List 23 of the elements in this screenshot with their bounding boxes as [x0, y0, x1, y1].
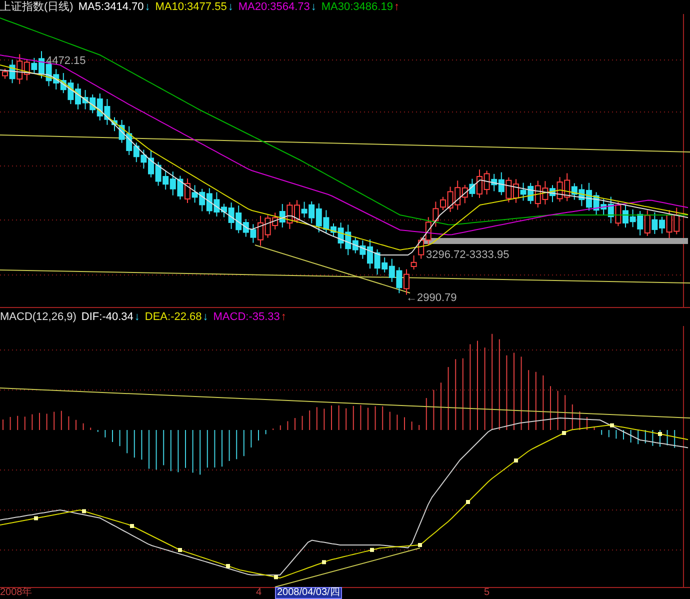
price-label: ←2990.79	[406, 291, 457, 305]
trend-arrow: ↑	[394, 0, 400, 14]
axis-label: 4	[256, 587, 262, 599]
trend-arrow: ↓	[134, 310, 140, 324]
indicator-value: DEA:-22.68	[144, 310, 202, 324]
indicator-value: MA30:3486.19	[321, 0, 393, 14]
price-label: 3296.72-3333.95	[426, 248, 510, 262]
price-label: 4472.15	[46, 54, 86, 68]
indicator-value: MA5:3414.70	[78, 0, 144, 14]
date-cursor-label: 2008/04/03/四	[275, 587, 342, 599]
trend-arrow: ↑	[280, 310, 286, 324]
axis-label: 2008年	[0, 587, 32, 599]
trend-arrow: ↓	[202, 310, 208, 324]
indicator-value: MA10:3477.55	[155, 0, 227, 14]
trend-arrow: ↓	[144, 0, 150, 14]
indicator-value: MACD:-35.33	[213, 310, 280, 324]
indicator-title: MACD(12,26,9)	[0, 310, 76, 324]
indicator-value: MA20:3564.73	[238, 0, 310, 14]
axis-label: 5	[484, 587, 490, 599]
chart-title: 上证指数(日线)	[0, 0, 74, 14]
indicator-value: DIF:-40.34	[81, 310, 134, 324]
trend-arrow: ↓	[310, 0, 316, 14]
trend-arrow: ↓	[228, 0, 234, 14]
